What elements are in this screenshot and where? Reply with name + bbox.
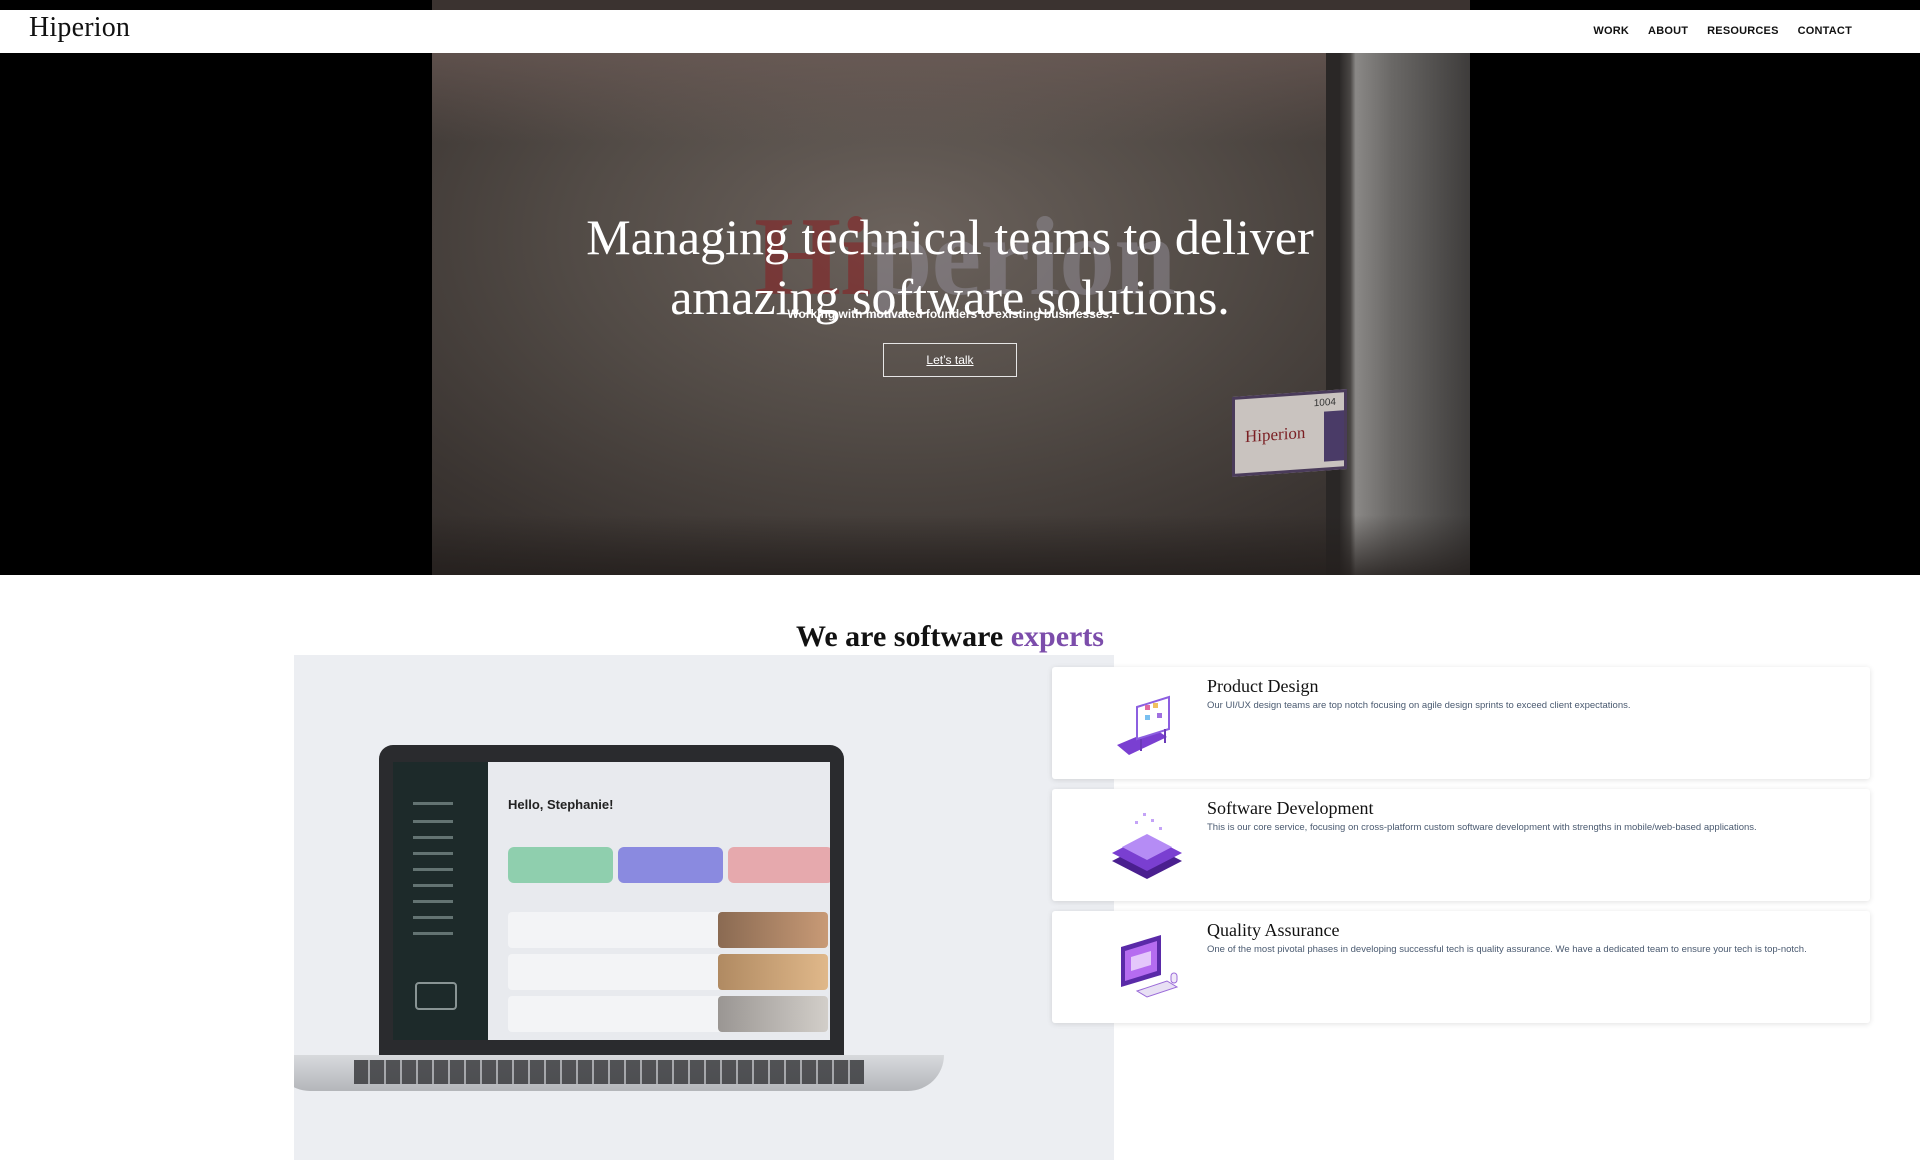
- lets-talk-button[interactable]: Let’s talk: [883, 343, 1017, 377]
- service-description: One of the most pivotal phases in develo…: [1207, 944, 1807, 955]
- nav-contact[interactable]: CONTACT: [1798, 25, 1852, 37]
- top-strip-video: [432, 0, 1470, 10]
- hero-section: Hiperion 1004 Hiperion Managing technica…: [0, 53, 1920, 575]
- service-description: This is our core service, focusing on cr…: [1207, 822, 1757, 833]
- app-feed-row: [508, 996, 828, 1032]
- nav-resources[interactable]: RESOURCES: [1707, 25, 1778, 37]
- service-title: Quality Assurance: [1207, 920, 1340, 940]
- nav-work[interactable]: WORK: [1593, 25, 1629, 37]
- layered-platform-icon: [1112, 813, 1182, 879]
- app-brand-icon: [415, 982, 457, 1010]
- door-plaque: 1004 Hiperion: [1232, 388, 1347, 478]
- laptop-keyboard: [354, 1060, 864, 1084]
- section-heading: We are software experts: [796, 619, 1104, 653]
- service-title: Product Design: [1207, 676, 1319, 696]
- app-card-meetings: [508, 847, 613, 883]
- app-card-reminders: [728, 847, 830, 883]
- laptop-showcase: Hello, Stephanie!: [294, 655, 1114, 1160]
- hero-subtitle: Working with motivated founders to exist…: [787, 307, 1113, 321]
- app-card-tasks: [618, 847, 723, 883]
- main-nav: WORK ABOUT RESOURCES CONTACT: [1574, 25, 1852, 37]
- service-card-product-design[interactable]: Product Design Our UI/UX design teams ar…: [1052, 667, 1870, 779]
- service-description: Our UI/UX design teams are top notch foc…: [1207, 700, 1631, 711]
- laptop-screen: Hello, Stephanie!: [393, 762, 830, 1040]
- service-title: Software Development: [1207, 798, 1374, 818]
- monitor-check-icon: [1121, 935, 1179, 998]
- nav-about[interactable]: ABOUT: [1648, 25, 1688, 37]
- app-feed-row: [508, 912, 828, 948]
- app-feed-row: [508, 954, 828, 990]
- site-logo[interactable]: Hiperion: [29, 12, 130, 44]
- app-greeting: Hello, Stephanie!: [508, 797, 614, 812]
- top-strip: [0, 0, 1920, 10]
- laptop-image: Hello, Stephanie!: [379, 745, 844, 1055]
- design-board-icon: [1117, 695, 1170, 755]
- app-sidebar: [393, 762, 488, 1040]
- service-card-software-development[interactable]: Software Development This is our core se…: [1052, 789, 1870, 901]
- service-card-quality-assurance[interactable]: Quality Assurance One of the most pivota…: [1052, 911, 1870, 1023]
- navbar: Hiperion WORK ABOUT RESOURCES CONTACT: [0, 10, 1920, 53]
